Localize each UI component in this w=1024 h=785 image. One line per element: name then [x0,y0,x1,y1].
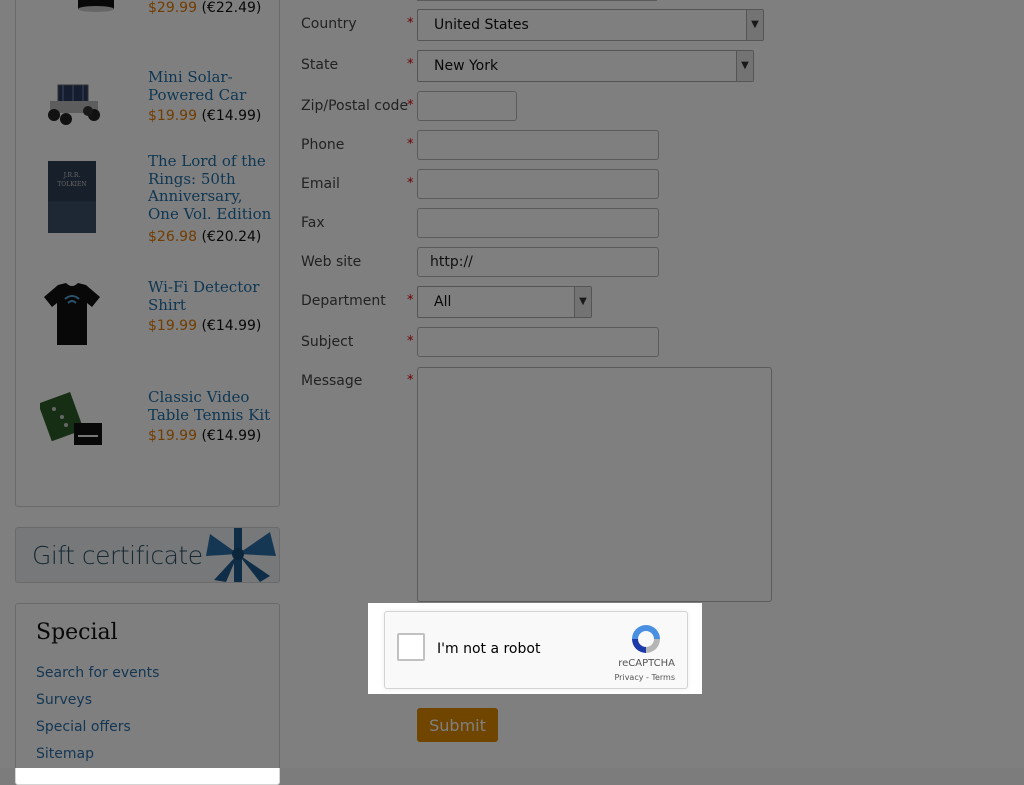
recaptcha-privacy-terms[interactable]: Privacy - Terms [615,673,676,682]
recaptcha-label: I'm not a robot [437,641,541,657]
recaptcha-brand: reCAPTCHA [618,658,675,669]
recaptcha-checkbox[interactable] [397,633,425,661]
recaptcha-frame: I'm not a robot reCAPTCHA Privacy - Term… [368,603,702,694]
recaptcha-logo-icon [632,625,660,653]
recaptcha-widget: I'm not a robot reCAPTCHA Privacy - Term… [384,611,688,689]
